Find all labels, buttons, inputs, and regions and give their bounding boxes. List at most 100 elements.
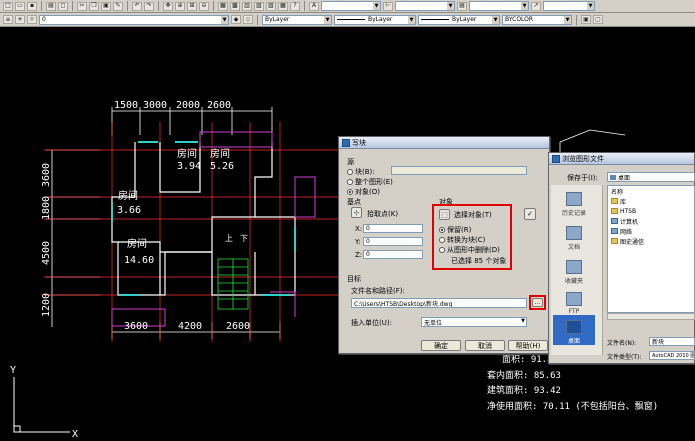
calculator-icon[interactable]: ▦ xyxy=(278,1,288,11)
toolbar-separator xyxy=(72,1,73,11)
room-2-area: 5.26 xyxy=(210,161,234,172)
base-y-input[interactable]: 0 xyxy=(363,237,423,246)
zoom-previous-icon[interactable]: ⊖ xyxy=(199,1,209,11)
linetype-combo[interactable]: ByLayer ▼ xyxy=(334,14,416,25)
radio-objects[interactable]: 对象(O) xyxy=(347,187,380,197)
filename-input[interactable]: 新块 xyxy=(649,337,695,346)
sun-icon[interactable]: ☼ xyxy=(27,15,37,24)
write-block-titlebar[interactable]: 写块 xyxy=(339,137,549,149)
help-button[interactable]: 帮助(H) xyxy=(508,340,548,351)
left-dim-1: 3600 xyxy=(41,163,52,187)
sheet-set-icon[interactable]: ▨ xyxy=(254,1,264,11)
places-desktop[interactable]: 桌面 xyxy=(553,315,595,345)
zoom-realtime-icon[interactable]: ⊕ xyxy=(175,1,185,11)
insert-units-label: 插入单位(U): xyxy=(351,319,392,327)
left-dim-2: 1800 xyxy=(41,196,52,220)
multileader-style-icon[interactable]: ↗ xyxy=(531,1,541,11)
stat-net-area: 净使用面积: 70.11 (不包括阳台、飘窗) xyxy=(487,400,658,412)
ok-button[interactable]: 确定 xyxy=(421,340,461,351)
multileader-style-combo[interactable]: ▼ xyxy=(543,1,595,11)
layer-manager-icon[interactable]: ≡ xyxy=(3,15,13,24)
file-item[interactable]: 库 xyxy=(611,197,626,206)
pick-point-label: 拾取点(K) xyxy=(367,210,399,218)
insert-units-combo[interactable]: 无单位 ▼ xyxy=(421,317,527,327)
block-name-combo[interactable] xyxy=(391,166,527,175)
base-z-input[interactable]: 0 xyxy=(363,250,423,259)
tool-palettes-icon[interactable]: ▥ xyxy=(242,1,252,11)
quick-select-icon[interactable]: ✓ xyxy=(524,208,536,220)
x-label: X: xyxy=(355,225,363,233)
radio-convert-to-block[interactable]: 转换为块(C) xyxy=(439,235,485,245)
help-icon[interactable]: ? xyxy=(290,1,300,11)
plotstyle-combo[interactable]: BYCOLOR ▼ xyxy=(502,14,572,25)
open-icon[interactable]: ▭ xyxy=(15,1,25,11)
write-block-dialog: 写块 源 块(B): 整个图形(E) 对象(O) 基点 ⊹ 拾取点(K) X: … xyxy=(338,136,550,354)
paste-icon[interactable]: ▣ xyxy=(101,1,111,11)
radio-block[interactable]: 块(B): xyxy=(347,167,375,177)
filename-path-input[interactable]: C:\Users\HTSB\Desktop\新块.dwg xyxy=(351,298,527,308)
save-in-combo[interactable]: 桌面 xyxy=(607,172,695,182)
file-item[interactable]: HTSB xyxy=(611,207,636,215)
file-item[interactable]: 计算机 xyxy=(611,217,638,226)
toolbar-separator xyxy=(257,14,258,25)
browse-file-titlebar[interactable]: 浏览图形文件 xyxy=(549,153,694,165)
toolbar-separator xyxy=(127,1,128,11)
design-center-icon[interactable]: ▩ xyxy=(230,1,240,11)
cut-icon[interactable]: ✂ xyxy=(77,1,87,11)
dim-style-icon[interactable]: ⊢ xyxy=(383,1,393,11)
undo-icon[interactable]: ↶ xyxy=(132,1,142,11)
pan-icon[interactable]: ✥ xyxy=(163,1,173,11)
file-item[interactable]: 图史通信 xyxy=(611,237,644,246)
save-in-label: 保存于(I): xyxy=(567,174,598,182)
text-style-combo[interactable]: ▼ xyxy=(321,1,381,11)
pick-point-icon[interactable]: ⊹ xyxy=(351,207,362,218)
stair-up-label: 上 xyxy=(225,234,233,243)
layer-previous-icon[interactable]: ◇ xyxy=(243,15,253,24)
copy-icon[interactable]: ❐ xyxy=(89,1,99,11)
table-style-icon[interactable]: ▤ xyxy=(457,1,467,11)
cancel-button[interactable]: 取消 xyxy=(465,340,505,351)
toolbar-separator xyxy=(41,1,42,11)
lineweight-combo[interactable]: ByLayer ▼ xyxy=(418,14,500,25)
radio-whole-drawing[interactable]: 整个图形(E) xyxy=(347,177,393,187)
new-icon[interactable]: □ xyxy=(3,1,13,11)
workspace-icon[interactable]: ▣ xyxy=(581,15,591,24)
properties-icon[interactable]: ▦ xyxy=(218,1,228,11)
radio-delete-from-drawing[interactable]: 从图形中删除(D) xyxy=(439,245,500,255)
toggle-icon[interactable]: ▢ xyxy=(593,15,603,24)
ucs-x-label: X xyxy=(72,429,78,440)
places-history[interactable]: 历史记录 xyxy=(553,187,595,217)
print-icon[interactable]: ▤ xyxy=(46,1,56,11)
preview-icon[interactable]: ◻ xyxy=(58,1,68,11)
match-properties-icon[interactable]: ✎ xyxy=(113,1,123,11)
places-ftp[interactable]: FTP xyxy=(553,285,595,315)
write-block-title: 写块 xyxy=(352,138,366,147)
dim-style-combo[interactable]: ▼ xyxy=(395,1,455,11)
redo-icon[interactable]: ↷ xyxy=(144,1,154,11)
toolbar-separator xyxy=(158,1,159,11)
horizontal-scrollbar[interactable] xyxy=(607,313,695,320)
select-objects-icon[interactable]: ⬚ xyxy=(439,209,450,220)
top-dim-1: 1500 xyxy=(114,100,138,111)
lightbulb-icon[interactable]: ☀ xyxy=(15,15,25,24)
browse-button[interactable]: ... xyxy=(532,298,543,307)
places-documents[interactable]: 文档 xyxy=(553,221,595,251)
radio-retain[interactable]: 保留(R) xyxy=(439,225,471,235)
lineweight-sample xyxy=(421,19,449,20)
make-current-icon[interactable]: ◆ xyxy=(231,15,241,24)
table-style-combo[interactable]: ▼ xyxy=(469,1,529,11)
text-style-icon[interactable]: A xyxy=(309,1,319,11)
markup-icon[interactable]: ▧ xyxy=(266,1,276,11)
zoom-window-icon[interactable]: ⊞ xyxy=(187,1,197,11)
filetype-combo[interactable]: AutoCAD 2010 图 xyxy=(649,351,695,360)
base-x-input[interactable]: 0 xyxy=(363,224,423,233)
layer-combo[interactable]: 0 ▼ xyxy=(39,14,229,25)
file-item[interactable]: 网络 xyxy=(611,227,632,236)
lineweight-combo-value: ByLayer xyxy=(452,16,477,23)
target-group-label: 目标 xyxy=(347,275,361,283)
places-favorites[interactable]: 收藏夹 xyxy=(553,255,595,285)
color-combo[interactable]: ByLayer ▼ xyxy=(262,14,332,25)
toolbar-separator xyxy=(304,1,305,11)
name-column-header[interactable]: 名称 xyxy=(611,187,623,196)
save-icon[interactable]: ▪ xyxy=(27,1,37,11)
